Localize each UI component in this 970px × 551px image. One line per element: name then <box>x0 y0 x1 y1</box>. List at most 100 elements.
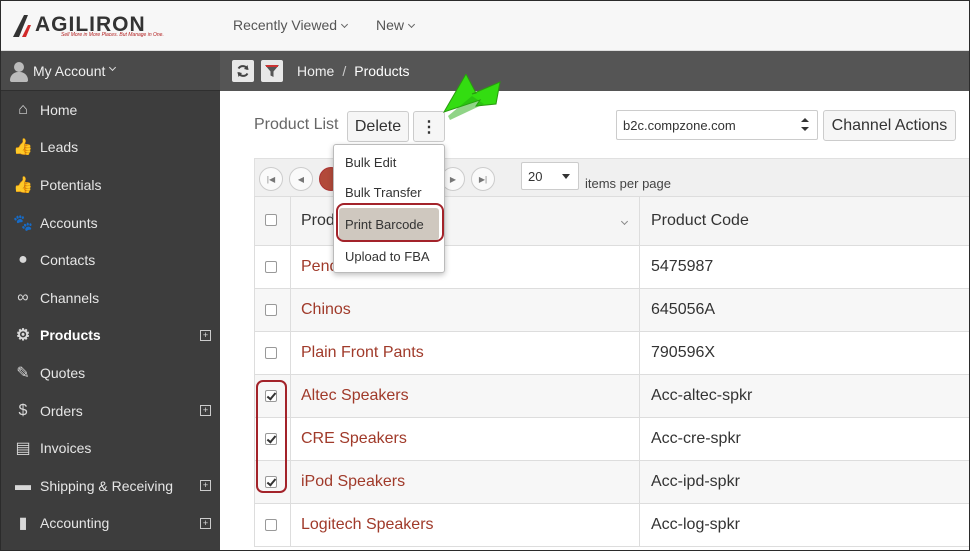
delete-button[interactable]: Delete <box>347 111 409 142</box>
more-actions-menu: Bulk Edit Bulk Transfer Print Barcode Up… <box>333 144 445 273</box>
sidebar-item-orders[interactable]: $ Orders + <box>1 392 220 430</box>
vertical-ellipsis-icon: ⋮ <box>421 118 437 136</box>
sidebar-item-label: Leads <box>40 139 79 156</box>
menu-item-bulk-edit[interactable]: Bulk Edit <box>334 147 444 177</box>
sidebar-item-label: Channels <box>40 289 100 306</box>
last-page-button[interactable]: ▶| <box>471 167 495 191</box>
refresh-button[interactable] <box>232 60 254 82</box>
logo-mark-icon <box>13 15 31 37</box>
row-checkbox[interactable] <box>265 390 277 402</box>
menu-item-bulk-transfer[interactable]: Bulk Transfer <box>334 177 444 207</box>
recently-viewed-menu[interactable]: Recently Viewed <box>233 17 349 33</box>
row-select-cell <box>255 246 291 288</box>
new-menu[interactable]: New <box>376 17 416 33</box>
sidebar-nav: ⌂ Home 👍 Leads 👍 Potentials 🐾 Accounts ● Contacts… <box>1 91 220 542</box>
main-content: Product List Delete ⋮ b2c.compzone.com C… <box>220 74 969 550</box>
row-checkbox[interactable] <box>265 347 277 359</box>
page-size-value: 20 <box>528 168 543 184</box>
product-name-link[interactable]: iPod Speakers <box>301 473 405 491</box>
agiliron-logo[interactable]: AGILIRON Sell More in More Places. But M… <box>13 13 173 39</box>
app-window: AGILIRON Sell More in More Places. But M… <box>0 0 970 551</box>
row-select-cell <box>255 504 291 546</box>
product-name-cell: Altec Speakers <box>291 375 640 417</box>
sidebar-item-contacts[interactable]: ● Contacts <box>1 241 220 279</box>
row-checkbox[interactable] <box>265 261 277 273</box>
filter-icon <box>265 65 279 77</box>
product-code-text: Acc-cre-spkr <box>651 430 741 447</box>
channel-select-value: b2c.compzone.com <box>623 117 736 133</box>
more-actions-button[interactable]: ⋮ <box>413 111 445 142</box>
sidebar-item-channels[interactable]: ∞ Channels <box>1 279 220 317</box>
thumbs-up-outline-icon: 👍 <box>13 139 33 157</box>
first-page-icon: |◀ <box>266 174 276 184</box>
sidebar-item-products[interactable]: ⚙ Products + <box>1 317 220 355</box>
sidebar-item-shipping-receiving[interactable]: ▬ Shipping & Receiving + <box>1 467 220 505</box>
items-per-page-label: items per page <box>585 176 671 191</box>
first-page-button[interactable]: |◀ <box>259 167 283 191</box>
user-icon: ● <box>18 251 28 269</box>
sidebar-item-label: Invoices <box>40 440 92 457</box>
sidebar-item-quotes[interactable]: ✎ Quotes <box>1 354 220 392</box>
column-header-product-code[interactable]: Product Code <box>641 197 969 245</box>
page-size-select[interactable]: 20 <box>521 162 579 190</box>
sidebar-item-leads[interactable]: 👍 Leads <box>1 129 220 167</box>
row-select-cell <box>255 461 291 503</box>
sidebar-item-label: Accounting <box>40 515 110 532</box>
table-row: Plain Front Pants 790596X <box>255 332 969 375</box>
sidebar-item-label: Shipping & Receiving <box>40 477 174 494</box>
row-select-cell <box>255 332 291 374</box>
select-all-cell <box>255 197 291 245</box>
prev-page-button[interactable]: ◀ <box>289 167 313 191</box>
dollar-icon: $ <box>18 401 28 419</box>
product-code-cell: Acc-cre-spkr <box>641 418 969 460</box>
chevron-down-icon <box>340 20 349 29</box>
sidebar-item-label: Contacts <box>40 252 96 269</box>
green-pointer-arrow-icon <box>442 74 501 120</box>
caret-down-icon <box>562 174 570 179</box>
row-checkbox[interactable] <box>265 304 277 316</box>
select-all-checkbox[interactable] <box>265 214 277 226</box>
product-name-cell: Plain Front Pants <box>291 332 640 374</box>
new-label: New <box>376 17 405 33</box>
table-row: iPod Speakers Acc-ipd-spkr <box>255 461 969 504</box>
product-name-link[interactable]: Altec Speakers <box>301 387 409 405</box>
sidebar-item-invoices[interactable]: ▤ Invoices <box>1 429 220 467</box>
menu-item-upload-to-fba[interactable]: Upload to FBA <box>334 241 444 271</box>
sidebar: My Account ⌂ Home 👍 Leads 👍 Potentials 🐾 Accoun… <box>1 51 220 550</box>
channel-select[interactable]: b2c.compzone.com <box>616 110 818 140</box>
product-name-link[interactable]: Plain Front Pants <box>301 344 424 362</box>
select-updown-icon <box>801 118 809 132</box>
channel-actions-button[interactable]: Channel Actions <box>823 110 956 141</box>
paw-icon: 🐾 <box>13 214 33 232</box>
product-code-cell: 645056A <box>641 289 969 331</box>
sidebar-item-potentials[interactable]: 👍 Potentials <box>1 166 220 204</box>
product-name-link[interactable]: CRE Speakers <box>301 430 407 448</box>
breadcrumb-current: Products <box>354 63 410 79</box>
product-code-cell: Acc-ipd-spkr <box>641 461 969 503</box>
sidebar-item-label: Accounts <box>40 214 98 231</box>
row-checkbox[interactable] <box>265 519 277 531</box>
sidebar-item-label: Products <box>40 327 101 344</box>
row-checkbox[interactable] <box>265 476 277 488</box>
document-icon: ▤ <box>15 440 31 458</box>
expand-plus-icon[interactable]: + <box>200 329 211 341</box>
product-name-link[interactable]: Chinos <box>301 301 351 319</box>
row-checkbox[interactable] <box>265 433 277 445</box>
menu-item-print-barcode[interactable]: Print Barcode <box>339 208 439 240</box>
my-account-menu[interactable]: My Account <box>1 51 220 91</box>
expand-plus-icon[interactable]: + <box>200 404 211 416</box>
sidebar-item-home[interactable]: ⌂ Home <box>1 91 220 129</box>
product-code-cell: 5475987 <box>641 246 969 288</box>
filter-button[interactable] <box>261 60 283 82</box>
sidebar-item-accounting[interactable]: ▮ Accounting + <box>1 505 220 543</box>
breadcrumb-separator: / <box>342 63 347 79</box>
breadcrumb-home[interactable]: Home <box>297 63 334 79</box>
sidebar-item-accounts[interactable]: 🐾 Accounts <box>1 204 220 242</box>
expand-plus-icon[interactable]: + <box>200 517 211 529</box>
chevron-down-icon <box>109 63 117 72</box>
expand-plus-icon[interactable]: + <box>200 479 211 491</box>
breadcrumb-bar: Home / Products <box>220 51 969 91</box>
home-icon: ⌂ <box>18 100 28 118</box>
truck-icon: ▬ <box>15 476 31 494</box>
product-name-link[interactable]: Logitech Speakers <box>301 516 434 534</box>
